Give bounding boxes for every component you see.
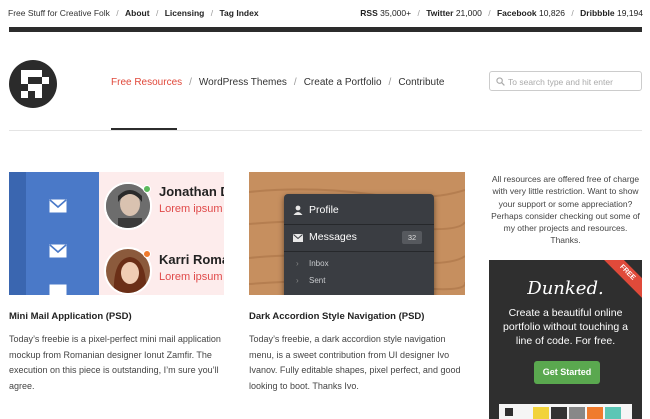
- card-description-dark-accordion: Today’s freebie, a dark accordion style …: [249, 334, 461, 391]
- mini-mail-thumbnail[interactable]: Jonathan D Lorem ipsum do Karri Roman Lo…: [9, 172, 224, 295]
- dark-accordion-thumbnail[interactable]: Profile Messages 32 › Inbox › Sent: [249, 172, 465, 295]
- contact-preview: Lorem ipsum do: [159, 271, 224, 283]
- site-logo[interactable]: [9, 60, 57, 108]
- top-bar: Free Stuff for Creative Folk / About / L…: [0, 0, 650, 26]
- message-count-badge: 32: [402, 231, 422, 244]
- envelope-icon: [49, 284, 67, 295]
- header-rule: [9, 130, 642, 131]
- site-tagline: Free Stuff for Creative Folk: [8, 8, 110, 18]
- sidebar-note: All resources are offered free of charge…: [491, 174, 640, 246]
- envelope-icon: [49, 199, 67, 213]
- contact-preview: Lorem ipsum do: [159, 203, 224, 215]
- get-started-button[interactable]: Get Started: [534, 361, 600, 384]
- contact-name: Jonathan D: [159, 184, 224, 199]
- nav-item-wordpress-themes[interactable]: WordPress Themes: [199, 77, 287, 88]
- dribbble-link[interactable]: Dribbble 19,194: [580, 8, 643, 18]
- header-divider-bar: [9, 27, 642, 32]
- tag-index-link[interactable]: Tag Index: [220, 8, 259, 18]
- ad-copy: Create a beautiful online portfolio with…: [503, 307, 628, 347]
- away-status-dot: [143, 250, 151, 258]
- search-icon: [496, 77, 505, 86]
- social-stats: RSS 35,000+ / Twitter 21,000 / Facebook …: [360, 8, 643, 18]
- nav-item-free-resources[interactable]: Free Resources: [111, 77, 182, 88]
- user-icon: [293, 205, 303, 215]
- facebook-link[interactable]: Facebook 10,826: [497, 8, 565, 18]
- envelope-icon: [293, 234, 303, 242]
- search-box: [489, 71, 642, 91]
- pixel-logo-icon: [21, 70, 49, 98]
- licensing-link[interactable]: Licensing: [165, 8, 205, 18]
- card-description-mini-mail: Today’s freebie is a pixel-perfect mini …: [9, 334, 221, 391]
- mail-sidebar-strip: [9, 172, 26, 295]
- accordion-menu: Profile Messages 32 › Inbox › Sent: [284, 194, 434, 295]
- accordion-row-profile: Profile: [284, 197, 434, 224]
- ad-preview-strip: [499, 404, 632, 419]
- about-link[interactable]: About: [125, 8, 150, 18]
- card-title-mini-mail[interactable]: Mini Mail Application (PSD): [9, 311, 132, 322]
- nav-item-create-portfolio[interactable]: Create a Portfolio: [304, 77, 382, 88]
- card-title-dark-accordion[interactable]: Dark Accordion Style Navigation (PSD): [249, 311, 424, 322]
- main-nav: Free Resources / WordPress Themes / Create a…: [111, 77, 445, 88]
- top-bar-left: Free Stuff for Creative Folk / About / L…: [8, 8, 259, 18]
- accordion-row-messages: Messages 32: [284, 224, 434, 251]
- envelope-icon: [49, 244, 67, 258]
- twitter-link[interactable]: Twitter 21,000: [426, 8, 482, 18]
- dunked-ad[interactable]: FREE Dunked. Create a beautiful online p…: [489, 260, 642, 419]
- dunked-logo: Dunked.: [527, 278, 604, 299]
- nav-item-contribute[interactable]: Contribute: [398, 77, 444, 88]
- rss-link[interactable]: RSS 35,000+: [360, 8, 411, 18]
- online-status-dot: [143, 185, 151, 193]
- contact-name: Karri Roman: [159, 252, 224, 267]
- search-input[interactable]: [508, 75, 638, 88]
